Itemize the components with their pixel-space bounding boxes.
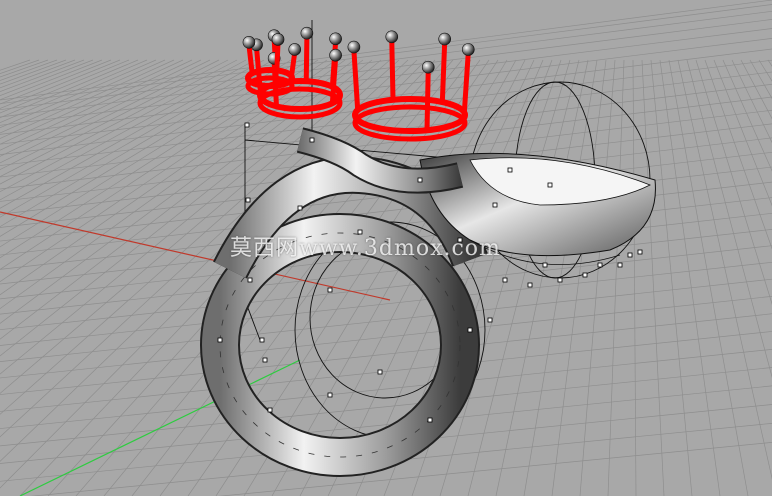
control-point	[492, 202, 498, 208]
grid-line	[0, 349, 772, 429]
grid-line	[0, 278, 772, 362]
control-point	[637, 249, 643, 255]
prong-bead	[438, 32, 451, 46]
grid-line	[0, 4, 772, 105]
control-point	[327, 287, 333, 293]
control-point	[327, 392, 333, 398]
prong-bead	[242, 35, 256, 49]
control-point	[487, 317, 493, 323]
grid-line	[0, 261, 772, 346]
control-point	[244, 122, 250, 128]
setting-prong	[439, 39, 448, 105]
grid-line	[722, 59, 772, 172]
control-point	[427, 417, 433, 423]
control-point	[259, 337, 265, 343]
grid-line	[0, 59, 31, 71]
setting-prong	[329, 55, 339, 106]
prong-bead	[271, 33, 285, 46]
grid-line	[0, 59, 139, 119]
grid-line	[0, 313, 772, 395]
ring-band[interactable]	[200, 155, 488, 477]
prong-bead	[421, 60, 435, 74]
setting-prong	[246, 42, 255, 76]
perspective-viewport[interactable]: 莫西网www.3dmox.com	[0, 0, 772, 496]
grid-line	[713, 59, 772, 207]
setting-prong	[303, 33, 310, 84]
control-point	[247, 277, 253, 283]
control-point	[597, 262, 603, 268]
control-point	[267, 407, 273, 413]
prong-bead	[385, 30, 399, 44]
control-point	[262, 357, 268, 363]
control-point	[245, 197, 251, 203]
grid-line	[579, 59, 616, 496]
prong-bead	[461, 43, 475, 56]
watermark-text: 莫西网www.3dmox.com	[230, 236, 501, 261]
control-point	[502, 277, 508, 283]
control-point	[217, 337, 223, 343]
control-point	[309, 137, 315, 143]
setting-prong	[389, 37, 396, 103]
grid-line	[0, 59, 400, 415]
grid-line	[0, 59, 76, 89]
setting-prong	[461, 49, 471, 115]
prong-bead	[300, 26, 314, 40]
control-point	[557, 277, 563, 283]
grid-line	[607, 59, 625, 496]
grid-line	[0, 10, 772, 111]
grid-line	[704, 59, 772, 250]
grid-line	[0, 0, 772, 101]
setting-prong	[351, 47, 361, 113]
control-point	[467, 327, 473, 333]
control-point	[527, 282, 533, 288]
prong-bead	[329, 32, 342, 46]
control-point	[547, 182, 553, 188]
grid-line	[767, 59, 772, 67]
grid-line	[668, 59, 749, 496]
prong-bead	[347, 40, 361, 54]
grid-line	[659, 59, 721, 496]
grid-line	[0, 59, 229, 178]
setting-prong	[274, 39, 281, 73]
control-point	[377, 369, 383, 375]
control-point	[582, 272, 588, 278]
control-point	[297, 205, 303, 211]
control-point	[627, 252, 633, 258]
grid-line	[0, 59, 238, 185]
grid-line	[0, 59, 256, 201]
grid-line	[650, 59, 693, 496]
control-point	[617, 262, 623, 268]
control-point	[507, 167, 513, 173]
control-point	[417, 177, 423, 183]
setting-prong	[424, 67, 431, 133]
prong-bead	[329, 48, 342, 62]
prong-bead	[288, 43, 302, 56]
control-point	[542, 262, 548, 268]
prong-settings-selected[interactable]	[242, 26, 475, 142]
